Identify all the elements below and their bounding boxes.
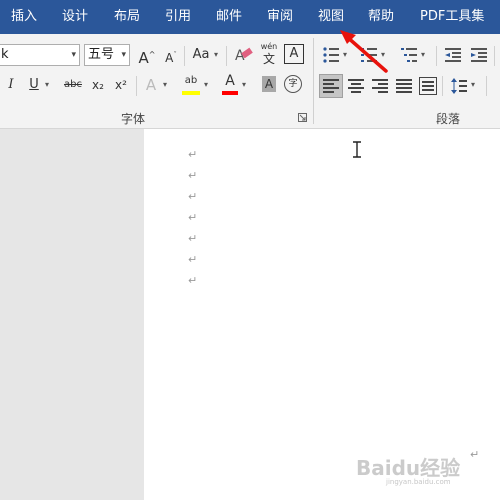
chevron-down-icon[interactable]: ▾ [214,44,218,66]
character-shading-button[interactable]: A [262,76,276,92]
pinyin-top: wén [260,42,278,51]
font-size-combobox[interactable]: 五号 ▾ [84,44,130,66]
paragraph-mark: ↵ [188,169,198,182]
paragraph-mark: ↵ [188,211,198,224]
italic-button[interactable]: I [4,74,18,96]
align-center-icon[interactable] [347,77,365,95]
annotation-arrow-icon [340,30,388,73]
group-divider [313,38,314,124]
divider [136,76,137,96]
superscript-button[interactable]: x² [113,74,129,96]
increase-indent-icon[interactable] [470,46,488,64]
divider [494,46,495,66]
tab-pdf-tools[interactable]: PDF工具集 [420,0,484,34]
divider [442,76,443,96]
multilevel-list-icon[interactable] [400,46,418,64]
grow-font-button[interactable]: A^ [138,44,156,67]
font-color-bar [222,91,238,95]
align-left-icon [323,79,339,93]
tab-layout[interactable]: 布局 [114,0,140,34]
highlight-color-bar [182,91,200,95]
phonetic-guide-button[interactable]: wén 文 [258,42,280,68]
tab-references[interactable]: 引用 [165,0,191,34]
paragraph-mark: ↵ [188,232,198,245]
chevron-down-icon[interactable]: ▾ [45,74,49,96]
tab-mailings[interactable]: 邮件 [216,0,242,34]
paragraph-mark: ↵ [188,148,198,161]
navigation-margin [0,129,144,500]
underline-button[interactable]: U [26,74,42,96]
caret-up-icon: ^ [148,50,156,59]
highlight-label: ab [184,75,198,86]
align-right-icon[interactable] [371,77,389,95]
paragraph-mark: ↵ [188,274,198,287]
chevron-down-icon[interactable]: ▾ [471,74,475,96]
font-name-value: k [1,47,9,62]
pinyin-bottom: 文 [262,52,275,66]
paragraph-group-label: 段落 [436,112,461,126]
chevron-down-icon[interactable]: ▾ [421,44,425,66]
grow-font-label: A [138,49,149,67]
divider [184,46,185,66]
baidu-watermark: Baidu经验 [356,456,461,480]
baidu-watermark-url: jingyan.baidu.com [386,478,451,486]
ribbon-home: k ▾ 五号 ▾ A^ Aˇ Aa ▾ A wén 文 A I U ▾ abc … [0,34,500,129]
divider [486,76,487,96]
dialog-launcher-icon[interactable] [298,113,307,122]
align-left-button[interactable] [319,74,343,98]
divider [226,46,227,66]
tab-design[interactable]: 设计 [62,0,88,34]
font-group-label: 字体 [121,112,146,126]
paragraph-mark: ↵ [188,190,198,203]
end-paragraph-mark: ↵ [470,448,480,461]
caret-down-icon: ˇ [173,51,177,59]
ribbon-tab-bar: 插入 设计 布局 引用 邮件 审阅 视图 帮助 PDF工具集 [0,0,500,34]
chevron-down-icon: ▾ [121,50,126,60]
font-size-value: 五号 [88,47,115,62]
text-effects-button[interactable]: A [143,74,159,96]
chevron-down-icon[interactable]: ▾ [204,74,208,96]
strikethrough-button[interactable]: abc [62,74,84,96]
clear-formatting-icon[interactable]: A [234,46,254,64]
character-border-button[interactable]: A [284,44,304,64]
tab-review[interactable]: 审阅 [267,0,293,34]
document-page[interactable] [144,129,500,500]
enclose-characters-button[interactable]: 字 [284,75,302,93]
shrink-font-button[interactable]: Aˇ [162,44,180,66]
paragraph-mark: ↵ [188,253,198,266]
subscript-button[interactable]: x₂ [90,74,106,96]
distributed-align-icon[interactable] [419,77,437,95]
justify-icon[interactable] [395,77,413,95]
font-color-label: A [225,73,235,89]
chevron-down-icon[interactable]: ▾ [163,74,167,96]
tab-insert[interactable]: 插入 [11,0,37,34]
chevron-down-icon[interactable]: ▾ [242,74,246,96]
decrease-indent-icon[interactable] [444,46,462,64]
chevron-down-icon: ▾ [71,50,76,60]
divider [436,46,437,66]
change-case-button[interactable]: Aa [190,44,212,66]
font-name-combobox[interactable]: k ▾ [0,44,80,66]
line-spacing-icon[interactable] [450,77,468,95]
text-cursor-icon [353,141,361,158]
